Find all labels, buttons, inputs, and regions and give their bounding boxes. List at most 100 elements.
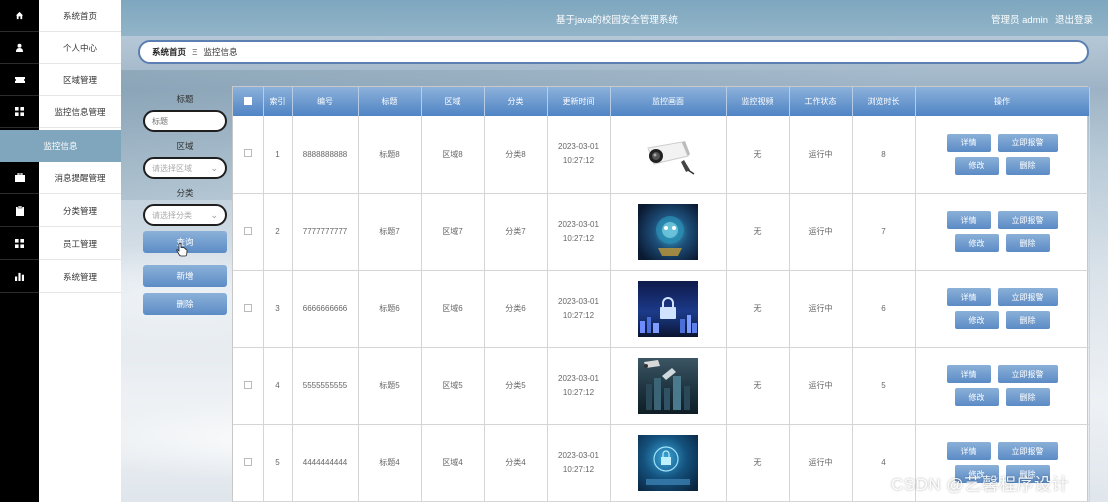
sidebar-item-category[interactable]: 分类管理 bbox=[39, 195, 121, 227]
ticket-icon[interactable] bbox=[0, 64, 39, 96]
cell-time: 10:27:12 bbox=[562, 156, 595, 166]
cell-video: 无 bbox=[726, 347, 790, 425]
cell-date: 2023-03-01 bbox=[558, 373, 599, 383]
cell-area: 区域4 bbox=[421, 424, 485, 502]
bar-chart-icon[interactable] bbox=[0, 261, 39, 293]
select-all-header[interactable] bbox=[233, 87, 264, 116]
hand-cursor-icon bbox=[176, 243, 188, 259]
detail-button[interactable]: 详情 bbox=[946, 365, 991, 383]
icon-strip bbox=[0, 0, 39, 502]
cyber-robot-thumbnail[interactable] bbox=[638, 203, 698, 260]
title-input[interactable] bbox=[152, 116, 222, 126]
row-checkbox[interactable] bbox=[243, 149, 252, 158]
alarm-button[interactable]: 立即报警 bbox=[997, 211, 1058, 229]
title-search-field[interactable] bbox=[143, 110, 227, 132]
table-row: 2 7777777777 标题7 区域7 分类7 2023-03-01 10:27… bbox=[233, 193, 1090, 271]
edit-button[interactable]: 修改 bbox=[954, 156, 999, 175]
category-label: 分类 bbox=[176, 188, 194, 198]
cell-code: 5555555555 bbox=[292, 347, 359, 425]
delete-button[interactable]: 删除 bbox=[1005, 156, 1050, 175]
delete-button[interactable]: 删除 bbox=[1005, 311, 1050, 329]
cell-category: 分类6 bbox=[484, 270, 548, 348]
city-lock-thumbnail[interactable] bbox=[638, 280, 698, 337]
sidebar-item-messages[interactable]: 消息提醒管理 bbox=[39, 162, 121, 194]
chevron-down-icon: ⌄ bbox=[210, 210, 218, 220]
edit-button[interactable]: 修改 bbox=[954, 234, 999, 252]
cell-video: 无 bbox=[726, 193, 790, 271]
cell-status: 运行中 bbox=[789, 193, 853, 271]
sidebar-item-monitor-info[interactable]: 监控信息 bbox=[0, 130, 121, 162]
sidebar-item-home[interactable]: 系统首页 bbox=[39, 0, 121, 32]
cell-video: 无 bbox=[726, 116, 790, 194]
user-icon[interactable] bbox=[0, 32, 39, 64]
row-checkbox[interactable] bbox=[243, 457, 252, 466]
row-checkbox[interactable] bbox=[243, 226, 252, 235]
cell-time: 10:27:12 bbox=[562, 310, 595, 320]
cell-area: 区域8 bbox=[421, 116, 485, 194]
area-select[interactable]: 请选择区域 ⌄ bbox=[143, 157, 227, 179]
delete-button[interactable]: 删除 bbox=[1005, 388, 1050, 406]
cell-date: 2023-03-01 bbox=[558, 296, 599, 306]
header-actions: 操作 bbox=[915, 87, 1090, 116]
cell-status: 运行中 bbox=[789, 347, 853, 425]
edit-button[interactable]: 修改 bbox=[954, 388, 999, 406]
edit-button[interactable]: 修改 bbox=[954, 311, 999, 329]
cell-index: 4 bbox=[263, 347, 293, 425]
grid-icon[interactable] bbox=[0, 96, 39, 128]
detail-button[interactable]: 详情 bbox=[946, 442, 991, 460]
cell-date: 2023-03-01 bbox=[558, 219, 599, 229]
select-all-checkbox[interactable] bbox=[243, 96, 252, 105]
cell-title: 标题4 bbox=[358, 424, 422, 502]
grid-icon[interactable] bbox=[0, 228, 39, 260]
digital-lock-thumbnail[interactable] bbox=[638, 434, 698, 491]
sidebar-item-system[interactable]: 系统管理 bbox=[39, 261, 121, 293]
header-index: 索引 bbox=[263, 87, 293, 116]
alarm-button[interactable]: 立即报警 bbox=[997, 133, 1058, 152]
breadcrumb-current: 监控信息 bbox=[203, 47, 238, 57]
cell-title: 标题5 bbox=[358, 347, 422, 425]
alarm-button[interactable]: 立即报警 bbox=[997, 442, 1058, 460]
cell-code: 7777777777 bbox=[292, 193, 359, 271]
cell-duration: 6 bbox=[852, 270, 916, 348]
detail-button[interactable]: 详情 bbox=[946, 211, 991, 229]
cell-duration: 7 bbox=[852, 193, 916, 271]
cell-category: 分类7 bbox=[484, 193, 548, 271]
detail-button[interactable]: 详情 bbox=[946, 288, 991, 306]
sidebar-item-area[interactable]: 区域管理 bbox=[39, 64, 121, 96]
security-camera-thumbnail[interactable] bbox=[638, 126, 698, 183]
cell-title: 标题8 bbox=[358, 116, 422, 194]
delete-button[interactable]: 删除 bbox=[1005, 234, 1050, 252]
watermark: CSDN @艺馨程序设计 bbox=[891, 475, 1070, 494]
cell-status: 运行中 bbox=[789, 424, 853, 502]
chevron-down-icon: ⌄ bbox=[210, 163, 218, 173]
batch-delete-button[interactable]: 删除 bbox=[143, 293, 227, 315]
area-select-placeholder: 请选择区域 bbox=[152, 163, 192, 173]
sidebar-item-staff[interactable]: 员工管理 bbox=[39, 228, 121, 260]
cell-area: 区域6 bbox=[421, 270, 485, 348]
cell-index: 3 bbox=[263, 270, 293, 348]
cell-date: 2023-03-01 bbox=[558, 450, 599, 460]
detail-button[interactable]: 详情 bbox=[946, 133, 991, 152]
sidebar-item-profile[interactable]: 个人中心 bbox=[39, 32, 121, 64]
header-image: 监控画面 bbox=[610, 87, 727, 116]
alarm-button[interactable]: 立即报警 bbox=[997, 365, 1058, 383]
breadcrumb-home[interactable]: 系统首页 bbox=[152, 46, 186, 58]
row-checkbox[interactable] bbox=[243, 303, 252, 312]
cell-updated: 2023-03-01 10:27:12 bbox=[547, 270, 611, 348]
breadcrumb-separator: Ξ bbox=[192, 47, 198, 57]
clipboard-icon[interactable] bbox=[0, 195, 39, 227]
cell-index: 2 bbox=[263, 193, 293, 271]
alarm-button[interactable]: 立即报警 bbox=[997, 288, 1058, 306]
logout-link[interactable]: 退出登录 bbox=[1055, 12, 1093, 26]
header-status: 工作状态 bbox=[789, 87, 853, 116]
home-icon[interactable] bbox=[0, 0, 39, 32]
breadcrumb: 系统首页 Ξ 监控信息 bbox=[138, 40, 1089, 64]
add-button[interactable]: 新增 bbox=[143, 265, 227, 287]
sidebar-item-monitor-management[interactable]: 监控信息管理 bbox=[39, 96, 121, 128]
row-checkbox[interactable] bbox=[243, 380, 252, 389]
briefcase-icon[interactable] bbox=[0, 162, 39, 194]
cell-index: 1 bbox=[263, 116, 293, 194]
city-cameras-thumbnail[interactable] bbox=[638, 357, 698, 414]
app-title: 基于java的校园安全管理系统 bbox=[556, 15, 678, 26]
category-select[interactable]: 请选择分类 ⌄ bbox=[143, 204, 227, 226]
